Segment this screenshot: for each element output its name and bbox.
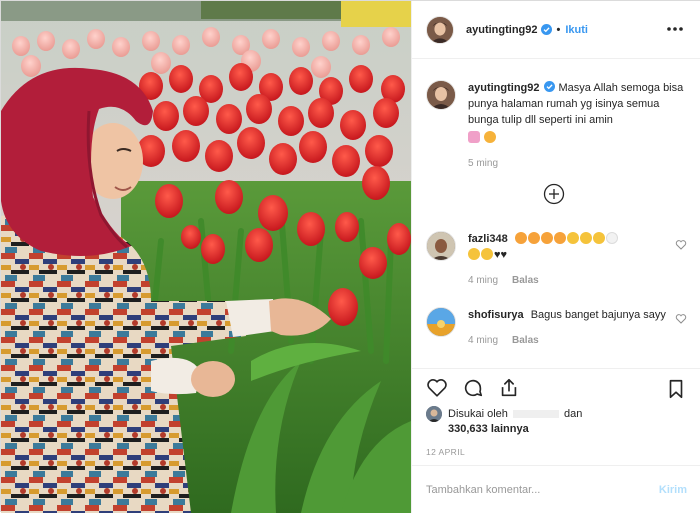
caption-time[interactable]: 5 ming (468, 156, 498, 172)
post-comment-button[interactable]: Kirim (659, 484, 687, 496)
commenter-avatar[interactable] (426, 231, 456, 261)
likes-prefix: Disukai oleh (448, 408, 508, 420)
comment-username[interactable]: shofisurya (468, 309, 524, 321)
load-more-icon[interactable] (543, 183, 565, 205)
post-date[interactable]: 12 APRIL (426, 447, 687, 457)
comment-item: shofisurya Bagus banget bajunya sayy 4 m… (426, 307, 687, 349)
comment-meta: 4 ming Balas (468, 273, 687, 289)
post-modal: ayutingting92 • Ikuti ayutingting92 Masya… (0, 0, 700, 513)
author-username[interactable]: ayutingting92 (466, 24, 538, 36)
caption-emojis (468, 130, 687, 146)
reply-button[interactable]: Balas (512, 333, 539, 349)
comment-item: fazli348 ♥♥ 4 ming Balas (426, 231, 687, 289)
likes-text: Disukai oleh dan 330,633 lainnya (448, 407, 582, 437)
reply-button[interactable]: Balas (512, 273, 539, 289)
commenter-avatar[interactable] (426, 307, 456, 337)
caption: ayutingting92 Masya Allah semoga bisa pun… (426, 80, 687, 172)
post-header: ayutingting92 • Ikuti (412, 1, 700, 59)
action-bar (426, 369, 687, 407)
post-sidebar: ayutingting92 • Ikuti ayutingting92 Masya… (411, 1, 700, 513)
liker-avatar[interactable] (426, 406, 442, 422)
comment-text: Bagus banget bajunya sayy (530, 309, 666, 321)
comment-time[interactable]: 4 ming (468, 333, 498, 349)
likes-count[interactable]: 330,633 lainnya (448, 423, 529, 435)
add-comment-bar: Kirim (412, 465, 700, 513)
post-photo[interactable] (1, 1, 411, 513)
comment-body: shofisurya Bagus banget bajunya sayy 4 m… (468, 307, 687, 349)
comment-input[interactable] (426, 483, 659, 496)
heart-eyes-emoji (484, 131, 497, 143)
comment-icon[interactable] (462, 377, 484, 399)
share-icon[interactable] (498, 377, 520, 399)
post-actions: Disukai oleh dan 330,633 lainnya 12 APRI… (412, 368, 700, 465)
comment-time[interactable]: 4 ming (468, 273, 498, 289)
likes-summary: Disukai oleh dan 330,633 lainnya (426, 406, 687, 437)
author-avatar[interactable] (426, 15, 454, 44)
heart-icon[interactable] (426, 377, 448, 399)
bookmark-icon[interactable] (665, 378, 687, 400)
caption-meta: 5 ming (468, 156, 687, 172)
more-options-icon[interactable] (665, 19, 685, 39)
header-separator: • (556, 23, 561, 36)
caption-username[interactable]: ayutingting92 (468, 82, 540, 94)
verified-badge-icon (540, 24, 552, 35)
photo-illustration (1, 1, 411, 513)
verified-badge-icon (543, 81, 555, 92)
comment-like-icon[interactable] (675, 239, 687, 251)
caption-avatar[interactable] (426, 80, 456, 110)
comment-username[interactable]: fazli348 (468, 233, 508, 245)
comments-list[interactable]: ayutingting92 Masya Allah semoga bisa pun… (412, 60, 700, 368)
comment-meta: 4 ming Balas (468, 333, 687, 349)
comment-like-icon[interactable] (675, 313, 687, 325)
comment-body: fazli348 ♥♥ 4 ming Balas (468, 231, 687, 289)
tulip-emoji (468, 131, 480, 143)
follow-button[interactable]: Ikuti (565, 24, 588, 36)
caption-body: ayutingting92 Masya Allah semoga bisa pun… (468, 80, 687, 172)
likes-suffix: dan (564, 408, 583, 420)
liker-username-redacted[interactable] (512, 410, 559, 418)
